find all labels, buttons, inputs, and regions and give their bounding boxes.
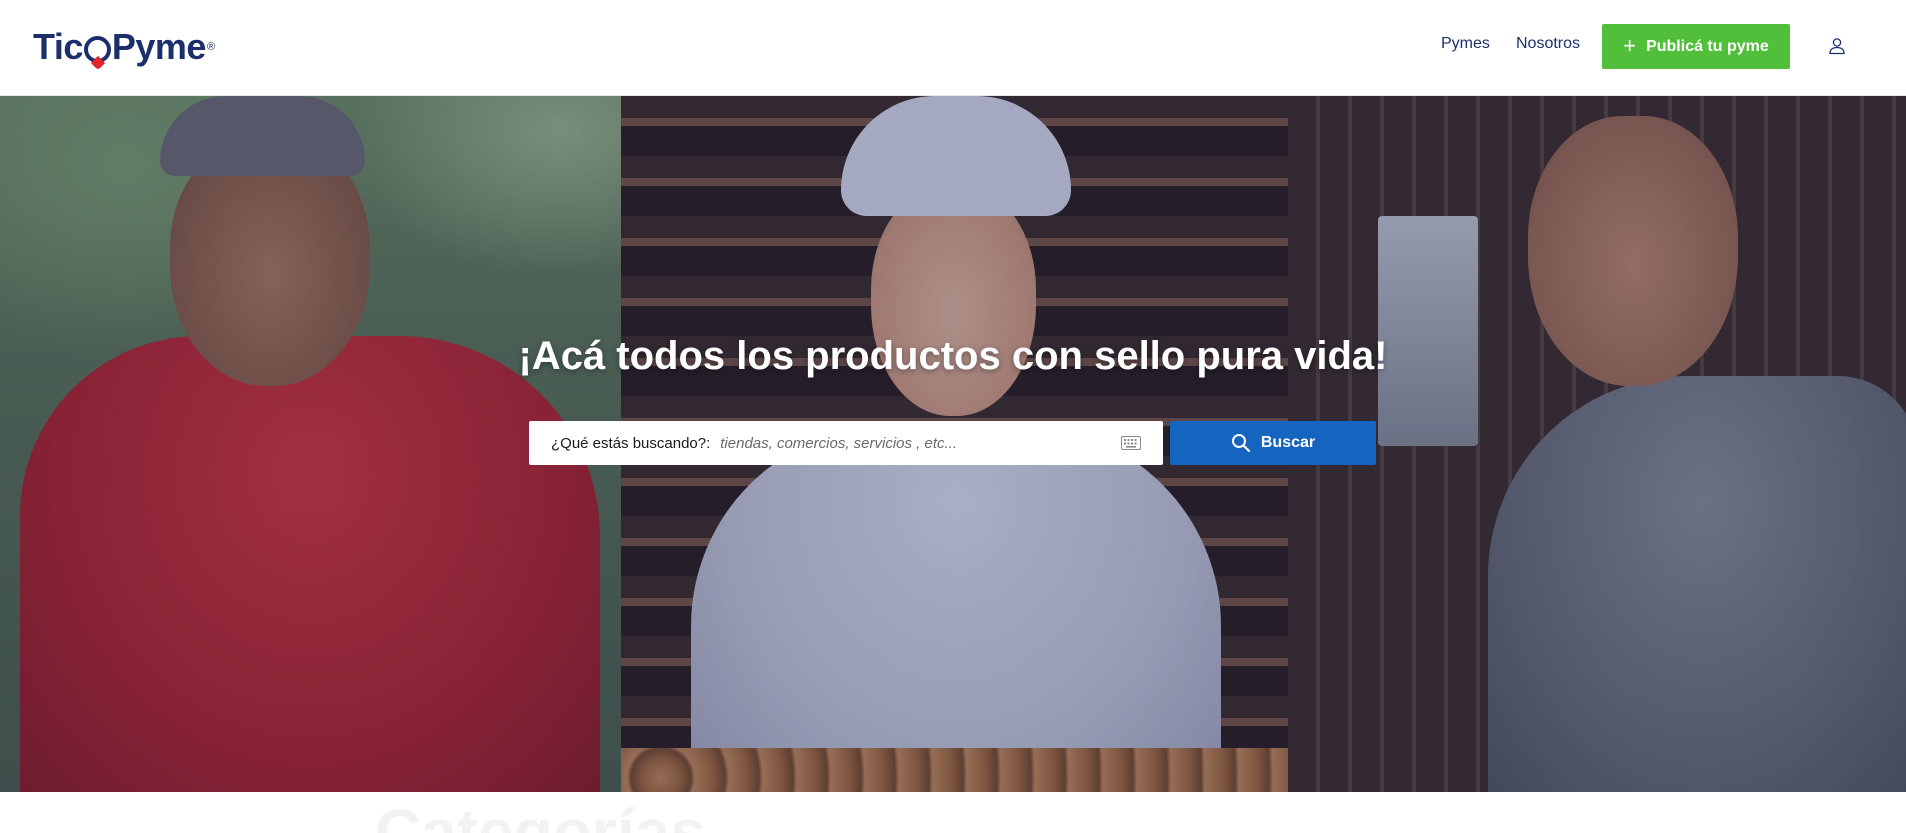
nav-link-nosotros[interactable]: Nosotros <box>1516 35 1580 53</box>
user-icon[interactable] <box>1827 36 1847 56</box>
search-label: ¿Qué estás buscando?: <box>551 434 711 452</box>
search-box: ¿Qué estás buscando?: <box>529 421 1163 465</box>
hero-title: ¡Acá todos los productos con sello pura … <box>518 334 1388 378</box>
nav-link-pymes[interactable]: Pymes <box>1441 35 1490 53</box>
ticopyme-logo[interactable]: Tic Pyme ® <box>33 22 215 72</box>
logo-text-right: Pyme <box>111 26 207 67</box>
registered-mark: ® <box>206 41 215 53</box>
keyboard-icon[interactable] <box>1121 436 1141 450</box>
publish-pyme-label: Publicá tu pyme <box>1646 37 1769 55</box>
search-input[interactable] <box>720 434 1113 452</box>
logo-text-left: Tic <box>33 26 83 67</box>
search-button[interactable]: Buscar <box>1170 421 1376 465</box>
search-button-label: Buscar <box>1260 434 1316 451</box>
search-icon <box>1231 434 1250 453</box>
plus-icon: + <box>1623 32 1637 58</box>
publish-pyme-button[interactable]: + Publicá tu pyme <box>1602 24 1790 69</box>
categories-heading: Categorías <box>375 796 706 833</box>
logo-heart-icon <box>83 35 111 63</box>
hero-banner: ¡Acá todos los productos con sello pura … <box>0 96 1906 792</box>
site-header: Tic Pyme ® Pymes Nosotros + Publicá tu p… <box>0 0 1906 96</box>
